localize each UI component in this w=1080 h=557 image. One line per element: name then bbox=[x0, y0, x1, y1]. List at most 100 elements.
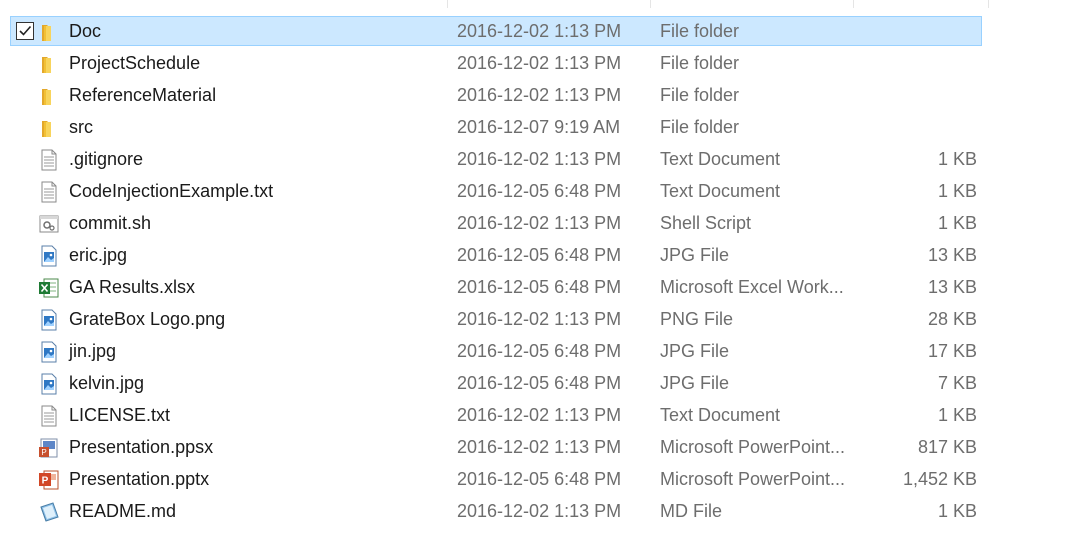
file-size: 1,452 KB bbox=[902, 469, 977, 489]
file-size: 13 KB bbox=[927, 277, 977, 297]
file-type: Text Document bbox=[660, 405, 781, 425]
column-divider-type-size[interactable] bbox=[853, 0, 854, 8]
file-row[interactable]: .gitignore 2016-12-02 1:13 PM Text Documen… bbox=[0, 144, 1080, 176]
file-size: 1 KB bbox=[937, 213, 977, 233]
file-name: README.md bbox=[69, 501, 177, 521]
file-type: MD File bbox=[660, 501, 722, 521]
file-type: Microsoft Excel Work... bbox=[660, 277, 844, 297]
file-size: 1 KB bbox=[937, 149, 977, 169]
file-date-modified: 2016-12-02 1:13 PM bbox=[457, 213, 622, 233]
file-size: 13 KB bbox=[927, 245, 977, 265]
file-size: 1 KB bbox=[937, 181, 977, 201]
file-type: JPG File bbox=[660, 245, 730, 265]
excel-file-icon bbox=[38, 277, 60, 299]
file-date-modified: 2016-12-05 6:48 PM bbox=[457, 277, 622, 297]
powerpoint-file-icon: P bbox=[38, 469, 60, 491]
file-row[interactable]: Doc 2016-12-02 1:13 PM File folder bbox=[0, 16, 1080, 48]
file-type: Microsoft PowerPoint... bbox=[660, 469, 845, 489]
file-type: File folder bbox=[660, 117, 740, 137]
file-row[interactable]: README.md 2016-12-02 1:13 PM MD File 1 KB bbox=[0, 496, 1080, 528]
file-name: eric.jpg bbox=[69, 245, 128, 265]
file-row[interactable]: commit.sh 2016-12-02 1:13 PM Shell Script 1… bbox=[0, 208, 1080, 240]
file-date-modified: 2016-12-05 6:48 PM bbox=[457, 181, 622, 201]
file-date-modified: 2016-12-05 6:48 PM bbox=[457, 469, 622, 489]
file-type: Microsoft PowerPoint... bbox=[660, 437, 845, 457]
file-type: File folder bbox=[660, 85, 740, 105]
file-name: .gitignore bbox=[69, 149, 144, 169]
file-list: Doc 2016-12-02 1:13 PM File folder ProjectS… bbox=[0, 16, 1080, 528]
file-name: ProjectSchedule bbox=[69, 53, 201, 73]
folder-icon bbox=[38, 85, 60, 107]
file-date-modified: 2016-12-02 1:13 PM bbox=[457, 309, 622, 329]
md-file-icon bbox=[38, 501, 60, 523]
file-row[interactable]: GA Results.xlsx 2016-12-05 6:48 PM Microso… bbox=[0, 272, 1080, 304]
file-size: 7 KB bbox=[937, 373, 977, 393]
image-file-icon bbox=[38, 341, 60, 363]
file-size: 817 KB bbox=[917, 437, 977, 457]
file-row[interactable]: kelvin.jpg 2016-12-05 6:48 PM JPG File 7 KB bbox=[0, 368, 1080, 400]
file-name: GA Results.xlsx bbox=[69, 277, 196, 297]
file-size: 1 KB bbox=[937, 501, 977, 521]
image-file-icon bbox=[38, 373, 60, 395]
file-date-modified: 2016-12-05 6:48 PM bbox=[457, 341, 622, 361]
file-row[interactable]: src 2016-12-07 9:19 AM File folder bbox=[0, 112, 1080, 144]
file-type: File folder bbox=[660, 21, 740, 41]
file-name: Presentation.pptx bbox=[69, 469, 210, 489]
file-explorer-details-view: Doc 2016-12-02 1:13 PM File folder ProjectS… bbox=[0, 0, 1080, 557]
row-select-checkbox[interactable] bbox=[16, 22, 34, 40]
file-name: Presentation.ppsx bbox=[69, 437, 214, 457]
svg-text:P: P bbox=[42, 476, 49, 487]
folder-icon bbox=[38, 117, 60, 139]
file-type: File folder bbox=[660, 53, 740, 73]
file-date-modified: 2016-12-02 1:13 PM bbox=[457, 21, 622, 41]
text-file-icon bbox=[38, 405, 60, 427]
file-name: kelvin.jpg bbox=[69, 373, 145, 393]
file-row[interactable]: P Presentation.pptx 2016-12-05 6:48 PM Micr… bbox=[0, 464, 1080, 496]
column-divider-name-date[interactable] bbox=[447, 0, 448, 8]
file-date-modified: 2016-12-05 6:48 PM bbox=[457, 373, 622, 393]
file-row[interactable]: ProjectSchedule 2016-12-02 1:13 PM File fo… bbox=[0, 48, 1080, 80]
powerpoint-show-icon: P bbox=[38, 437, 60, 459]
svg-text:P: P bbox=[41, 448, 46, 457]
file-size: 1 KB bbox=[937, 405, 977, 425]
file-row[interactable]: LICENSE.txt 2016-12-02 1:13 PM Text Docume… bbox=[0, 400, 1080, 432]
file-date-modified: 2016-12-02 1:13 PM bbox=[457, 149, 622, 169]
file-row[interactable]: eric.jpg 2016-12-05 6:48 PM JPG File 13 KB bbox=[0, 240, 1080, 272]
file-name: ReferenceMaterial bbox=[69, 85, 217, 105]
image-file-icon bbox=[38, 309, 60, 331]
file-type: Text Document bbox=[660, 181, 781, 201]
file-row[interactable]: jin.jpg 2016-12-05 6:48 PM JPG File 17 KB bbox=[0, 336, 1080, 368]
file-date-modified: 2016-12-02 1:13 PM bbox=[457, 437, 622, 457]
shell-script-icon bbox=[38, 213, 60, 235]
folder-icon bbox=[38, 53, 60, 75]
column-divider-size-end[interactable] bbox=[988, 0, 989, 8]
file-type: JPG File bbox=[660, 373, 730, 393]
file-size: 28 KB bbox=[927, 309, 977, 329]
file-date-modified: 2016-12-02 1:13 PM bbox=[457, 501, 622, 521]
file-date-modified: 2016-12-07 9:19 AM bbox=[457, 117, 621, 137]
file-date-modified: 2016-12-05 6:48 PM bbox=[457, 245, 622, 265]
folder-icon bbox=[38, 21, 60, 43]
file-row[interactable]: P Presentation.ppsx 2016-12-02 1:13 PM Micr… bbox=[0, 432, 1080, 464]
file-row[interactable]: CodeInjectionExample.txt 2016-12-05 6:48 … bbox=[0, 176, 1080, 208]
file-type: Shell Script bbox=[660, 213, 752, 233]
file-name: jin.jpg bbox=[69, 341, 117, 361]
file-row[interactable]: GrateBox Logo.png 2016-12-02 1:13 PM PNG F… bbox=[0, 304, 1080, 336]
file-name: Doc bbox=[69, 21, 102, 41]
text-file-icon bbox=[38, 181, 60, 203]
file-name: GrateBox Logo.png bbox=[69, 309, 226, 329]
file-name: src bbox=[69, 117, 93, 137]
file-name: LICENSE.txt bbox=[69, 405, 171, 425]
column-divider-date-type[interactable] bbox=[650, 0, 651, 8]
file-type: Text Document bbox=[660, 149, 781, 169]
file-name: CodeInjectionExample.txt bbox=[69, 181, 274, 201]
file-size: 17 KB bbox=[927, 341, 977, 361]
file-type: PNG File bbox=[660, 309, 734, 329]
file-date-modified: 2016-12-02 1:13 PM bbox=[457, 53, 622, 73]
text-file-icon bbox=[38, 149, 60, 171]
file-row[interactable]: ReferenceMaterial 2016-12-02 1:13 PM File … bbox=[0, 80, 1080, 112]
file-date-modified: 2016-12-02 1:13 PM bbox=[457, 85, 622, 105]
image-file-icon bbox=[38, 245, 60, 267]
file-date-modified: 2016-12-02 1:13 PM bbox=[457, 405, 622, 425]
file-name: commit.sh bbox=[69, 213, 152, 233]
